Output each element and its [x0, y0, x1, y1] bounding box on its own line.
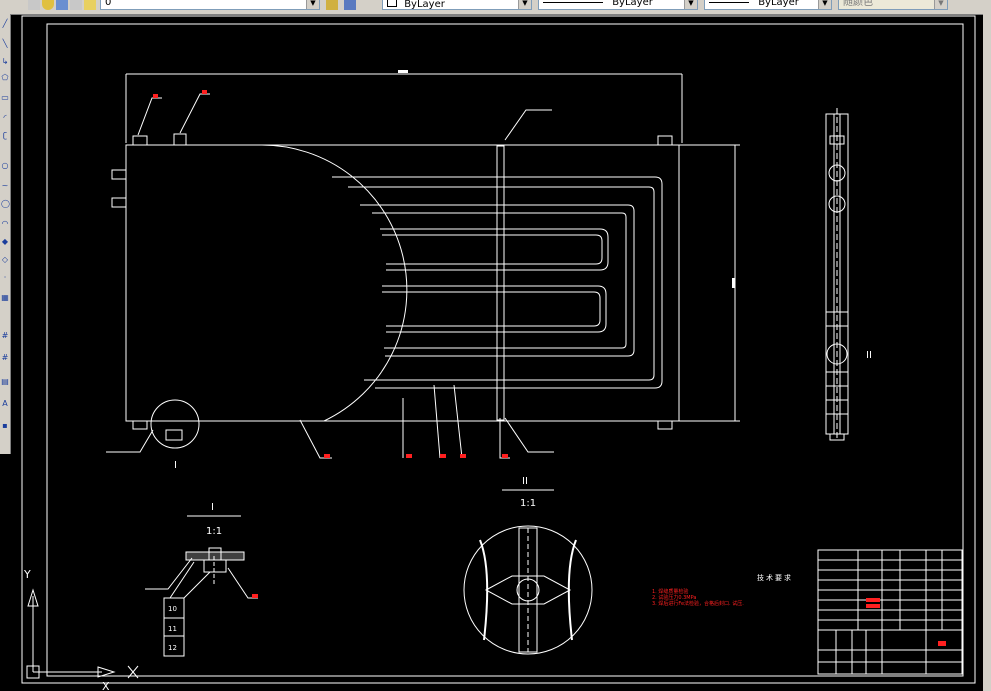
rectangle-icon[interactable]: ▭: [1, 94, 9, 102]
polyline-icon[interactable]: ↳: [1, 58, 9, 66]
arc-icon[interactable]: ◜: [1, 114, 9, 122]
side-view: [825, 108, 849, 441]
part-label: 12: [168, 644, 177, 652]
tech-note: 3. 焊后进行Fe法检验，合格后封口. 试压.: [652, 600, 744, 607]
detail-II-title: II: [522, 476, 528, 487]
side-fitting: [111, 169, 127, 180]
plotstyle-dropdown[interactable]: 随颜色 ▼: [838, 0, 948, 10]
detail-II-view: [463, 489, 593, 655]
linetype-preview: [543, 1, 603, 3]
color-swatch-icon[interactable]: [70, 0, 82, 10]
chevron-down-icon[interactable]: ▼: [934, 0, 947, 9]
linetype-dropdown[interactable]: ByLayer ▼: [538, 0, 698, 10]
item-number-markers: [153, 90, 508, 598]
insert-block-icon[interactable]: ◆: [1, 238, 9, 246]
color-value: ByLayer: [404, 0, 445, 10]
ucs-icon: [26, 588, 139, 679]
tech-requirements-title: 技术要求: [757, 573, 793, 582]
layer-dropdown[interactable]: 0 ▼: [100, 0, 320, 10]
layer-previous-icon[interactable]: [344, 0, 356, 10]
bottom-fitting: [132, 420, 148, 430]
revcloud-icon[interactable]: ʗ: [1, 132, 9, 140]
circle-icon[interactable]: ○: [1, 162, 9, 170]
detail-I-view: [145, 515, 258, 657]
chevron-down-icon[interactable]: ▼: [306, 0, 319, 9]
title-block: [817, 549, 963, 675]
make-current-icon[interactable]: [326, 0, 338, 10]
top-fitting: [132, 135, 148, 146]
top-fitting: [657, 135, 673, 146]
linetype-value: ByLayer: [612, 0, 653, 8]
layer-value: 0: [105, 0, 112, 8]
spline-icon[interactable]: ~: [1, 182, 9, 190]
add-selected-icon[interactable]: ▪: [1, 422, 9, 430]
lock-icon[interactable]: [56, 0, 68, 10]
main-plate-view: [106, 70, 740, 459]
color-swatch: [387, 0, 397, 7]
color-dropdown[interactable]: ByLayer ▼: [382, 0, 532, 10]
properties-toolbar: 0 ▼ ByLayer ▼ ByLayer ▼ ByLayer ▼ 随颜色 ▼: [0, 0, 991, 15]
drawing-canvas[interactable]: I II I 1:1 II 1:1 10 11 12 技术要求 Y X 1. 焊…: [10, 14, 983, 691]
point-icon[interactable]: ·: [1, 274, 9, 282]
detail-I-callout-circle: [150, 399, 200, 449]
lineweight-value: ByLayer: [758, 0, 799, 8]
ucs-x-label: X: [102, 680, 110, 691]
sun-icon[interactable]: [42, 0, 54, 10]
part-label: 11: [168, 625, 177, 633]
callout-I-label: I: [174, 460, 177, 471]
ellipse-arc-icon[interactable]: ◠: [1, 220, 9, 228]
chevron-down-icon[interactable]: ▼: [818, 0, 831, 9]
callout-II-label: II: [866, 350, 872, 361]
table-icon[interactable]: ▤: [1, 378, 9, 386]
chevron-down-icon[interactable]: ▼: [684, 0, 697, 9]
dimension-text: [398, 70, 408, 73]
detail-II-scale: 1:1: [520, 498, 536, 509]
bottom-fitting: [657, 420, 673, 430]
tech-note: 1. 焊缝质量检验: [652, 588, 688, 595]
region-icon[interactable]: #: [1, 354, 9, 362]
part-label: 10: [168, 605, 177, 613]
chevron-down-icon[interactable]: ▼: [518, 0, 531, 9]
hatch-icon[interactable]: ▦: [1, 294, 9, 302]
detail-I-title: I: [211, 502, 214, 513]
lineweight-dropdown[interactable]: ByLayer ▼: [704, 0, 832, 10]
polygon-icon[interactable]: ⬠: [1, 74, 9, 82]
layer-icon[interactable]: [84, 0, 96, 10]
make-block-icon[interactable]: ◇: [1, 256, 9, 264]
detail-I-scale: 1:1: [206, 526, 222, 537]
construction-line-icon[interactable]: ╲: [1, 40, 9, 48]
ellipse-icon[interactable]: ◯: [1, 200, 10, 208]
vertical-scrollbar[interactable]: [983, 14, 991, 691]
line-icon[interactable]: ╱: [1, 20, 9, 28]
gradient-icon[interactable]: #: [1, 332, 9, 340]
layer-state-icon[interactable]: [28, 0, 40, 10]
ucs-y-label: Y: [23, 568, 31, 581]
side-fitting: [111, 197, 127, 208]
top-fitting: [173, 133, 187, 146]
mtext-icon[interactable]: A: [1, 400, 9, 408]
plotstyle-value: 随颜色: [843, 0, 873, 8]
tech-note: 2. 试验压力0.3MPa: [652, 594, 696, 601]
lineweight-preview: [709, 1, 749, 3]
